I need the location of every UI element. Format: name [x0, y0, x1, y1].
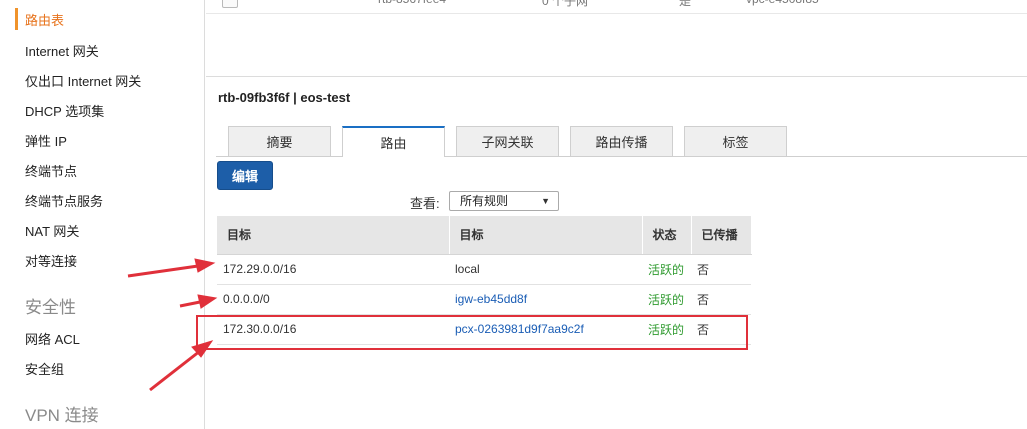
routes-table: 目标 目标 状态 已传播 172.29.0.0/16 local 活跃的 否 0… [217, 216, 752, 345]
view-filter-value: 所有规则 [460, 194, 509, 208]
sidebar-item-nat-gateways[interactable]: NAT 网关 [25, 221, 79, 240]
route-status: 活跃的 [642, 254, 691, 285]
sidebar-item-endpoint-services[interactable]: 终端节点服务 [25, 191, 103, 210]
route-propagated: 否 [691, 314, 751, 345]
row-main: 是 [679, 0, 692, 8]
column-header-destination[interactable]: 目标 [217, 216, 450, 255]
caret-down-icon: ▼ [541, 196, 550, 206]
route-table-list-row[interactable]: rtb-8567fee4 0 个子网 是 vpc-e4508f85 [206, 0, 1027, 14]
edit-button[interactable]: 编辑 [217, 161, 273, 190]
row-checkbox[interactable] [222, 0, 238, 8]
route-target-link[interactable]: pcx-0263981d9f7aa9c2f [449, 314, 642, 345]
sidebar-section-vpn: VPN 连接 [25, 406, 99, 425]
tab-route-propagation[interactable]: 路由传播 [570, 126, 673, 156]
route-propagated: 否 [691, 284, 751, 315]
sidebar-item-security-groups[interactable]: 安全组 [25, 359, 64, 378]
column-header-propagated[interactable]: 已传播 [691, 216, 752, 255]
sidebar-item-egress-only-gateways[interactable]: 仅出口 Internet 网关 [25, 71, 141, 90]
sidebar-item-peering-connections[interactable]: 对等连接 [25, 251, 77, 270]
route-destination: 172.29.0.0/16 [217, 254, 449, 285]
sidebar-item-internet-gateways[interactable]: Internet 网关 [25, 41, 99, 60]
column-header-target[interactable]: 目标 [449, 216, 643, 255]
tab-subnet-associations[interactable]: 子网关联 [456, 126, 559, 156]
view-filter-select[interactable]: 所有规则 ▼ [449, 191, 559, 211]
sidebar-item-network-acl[interactable]: 网络 ACL [25, 329, 80, 348]
table-header-row: 目标 目标 状态 已传播 [217, 216, 752, 255]
route-status: 活跃的 [642, 284, 691, 315]
row-vpc: vpc-e4508f85 [746, 0, 819, 6]
view-filter-label: 查看: [410, 196, 440, 211]
table-row[interactable]: 172.30.0.0/16 pcx-0263981d9f7aa9c2f 活跃的 … [217, 314, 751, 345]
tab-summary[interactable]: 摘要 [228, 126, 331, 156]
tab-tags[interactable]: 标签 [684, 126, 787, 156]
sidebar-item-endpoints[interactable]: 终端节点 [25, 161, 77, 180]
route-propagated: 否 [691, 254, 751, 285]
route-target-link[interactable]: igw-eb45dd8f [449, 284, 642, 315]
panel-divider [206, 76, 1027, 77]
route-target: local [449, 254, 642, 285]
panel-title: rtb-09fb3f6f | eos-test [218, 90, 351, 105]
sidebar-item-route-tables[interactable]: 路由表 [25, 10, 64, 29]
table-row[interactable]: 0.0.0.0/0 igw-eb45dd8f 活跃的 否 [217, 284, 751, 315]
sidebar-item-dhcp-options[interactable]: DHCP 选项集 [25, 101, 104, 120]
table-row[interactable]: 172.29.0.0/16 local 活跃的 否 [217, 254, 751, 285]
route-status: 活跃的 [642, 314, 691, 345]
sidebar-nav: 路由表 Internet 网关 仅出口 Internet 网关 DHCP 选项集… [0, 0, 205, 429]
tab-routes[interactable]: 路由 [342, 126, 445, 157]
row-route-table-id: rtb-8567fee4 [378, 0, 446, 6]
active-indicator [15, 8, 18, 30]
route-destination: 172.30.0.0/16 [217, 314, 449, 345]
tabs-baseline [216, 156, 1027, 157]
sidebar-section-security: 安全性 [25, 298, 76, 317]
column-header-status[interactable]: 状态 [642, 216, 692, 255]
sidebar-item-elastic-ip[interactable]: 弹性 IP [25, 131, 67, 150]
vpc-console: 路由表 Internet 网关 仅出口 Internet 网关 DHCP 选项集… [0, 0, 1027, 429]
row-subnets: 0 个子网 [542, 0, 589, 8]
route-destination: 0.0.0.0/0 [217, 284, 449, 315]
